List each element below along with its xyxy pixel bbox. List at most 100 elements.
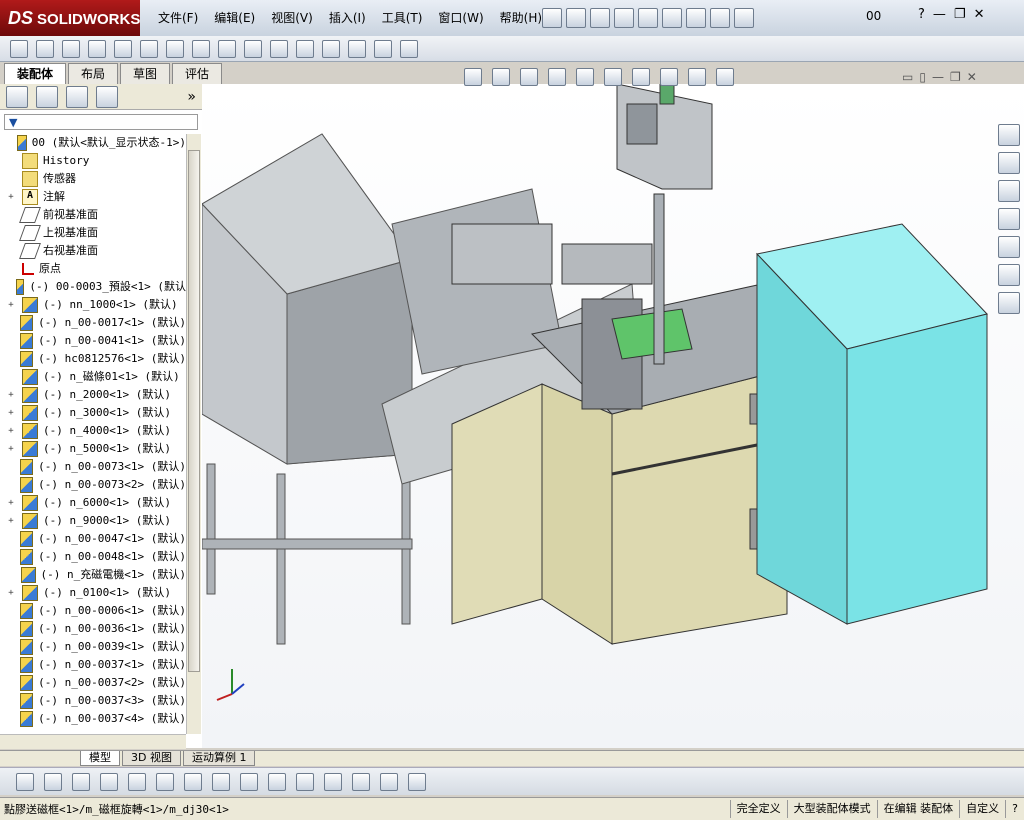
tree-horizontal-scrollbar[interactable] [0, 734, 186, 749]
exploded-view-icon[interactable] [296, 39, 314, 58]
tree-item[interactable]: + (-) n_4000<1> (默认) [0, 422, 186, 440]
tab-evaluate[interactable]: 评估 [172, 63, 223, 84]
file-properties-icon[interactable] [710, 8, 730, 28]
tree-item[interactable]: + (-) n_5000<1> (默认) [0, 440, 186, 458]
tree-item[interactable]: 传感器 [0, 170, 186, 188]
tree-item[interactable]: + (-) n_2000<1> (默认) [0, 386, 186, 404]
tree-item[interactable]: History [0, 152, 186, 170]
tree-expand-toggle[interactable]: + [6, 386, 16, 404]
status-help-icon[interactable]: ? [1005, 800, 1024, 818]
shaded-view-icon[interactable] [380, 772, 398, 791]
tab-sketch[interactable]: 草图 [120, 63, 171, 84]
configuration-manager-icon[interactable] [66, 85, 88, 108]
menu-view[interactable]: 视图(V) [263, 0, 321, 36]
assembly-model-view[interactable] [201, 73, 1024, 748]
tree-expand-toggle[interactable]: + [6, 404, 16, 422]
tree-item[interactable]: (-) n_00-0006<1> (默认) [0, 602, 186, 620]
mate-icon[interactable] [62, 39, 80, 58]
split-vertical-icon[interactable]: ▯ [919, 70, 926, 84]
viewport-restore-icon[interactable]: ❐ [950, 70, 961, 84]
zoom-to-area-icon[interactable] [492, 68, 510, 86]
tree-filter[interactable]: ▼ [4, 114, 198, 130]
point-icon[interactable] [44, 772, 62, 791]
apply-scene-icon[interactable] [688, 68, 706, 86]
fillet-icon[interactable] [212, 772, 230, 791]
menu-edit[interactable]: 编辑(E) [206, 0, 263, 36]
tree-item[interactable]: (-) n_00-0037<3> (默认) [0, 692, 186, 710]
tree-expand-toggle[interactable]: + [6, 440, 16, 458]
minimize-button[interactable]: — [933, 7, 946, 22]
tree-item[interactable]: (-) n_00-0037<4> (默认) [0, 710, 186, 728]
display-manager-icon[interactable] [96, 85, 118, 108]
menu-insert[interactable]: 插入(I) [321, 0, 374, 36]
view-orientation-icon[interactable] [576, 68, 594, 86]
edit-component-icon[interactable] [10, 39, 28, 58]
custom-properties-icon[interactable] [998, 264, 1020, 286]
tree-item[interactable]: (-) n_00-0017<1> (默认) [0, 314, 186, 332]
linear-pattern-icon[interactable] [88, 39, 106, 58]
tree-item[interactable]: + (-) n_9000<1> (默认) [0, 512, 186, 530]
panel-expand-icon[interactable]: » [187, 89, 196, 105]
tree-item[interactable]: 右视基准面 [0, 242, 186, 260]
tree-item[interactable]: (-) n_00-0036<1> (默认) [0, 620, 186, 638]
tab-assembly[interactable]: 装配体 [4, 63, 67, 84]
menu-file[interactable]: 文件(F) [150, 0, 206, 36]
hide-show-items-icon[interactable] [632, 68, 650, 86]
feature-manager-icon[interactable] [6, 85, 28, 108]
tree-item[interactable]: (-) n_充磁電機<1> (默认) [0, 566, 186, 584]
grid-icon[interactable] [324, 772, 342, 791]
tab-layout[interactable]: 布局 [68, 63, 119, 84]
menu-window[interactable]: 窗口(W) [430, 0, 491, 36]
save-icon[interactable] [590, 8, 610, 28]
table-icon[interactable] [408, 772, 426, 791]
tree-item[interactable]: (-) n_00-0073<1> (默认) [0, 458, 186, 476]
help-icon[interactable]: ? [918, 7, 925, 22]
undo-icon[interactable] [638, 8, 658, 28]
tree-expand-toggle[interactable]: + [6, 584, 16, 602]
corner-rectangle-icon[interactable] [268, 772, 286, 791]
circle-icon[interactable] [72, 772, 90, 791]
offset-icon[interactable] [240, 772, 258, 791]
restore-button[interactable]: ❐ [954, 7, 966, 22]
reference-geometry-icon[interactable] [218, 39, 236, 58]
rebuild-traffic-light-icon[interactable] [686, 8, 706, 28]
file-explorer-icon[interactable] [998, 180, 1020, 202]
forum-icon[interactable] [998, 292, 1020, 314]
tree-item[interactable]: (-) n_磁條01<1> (默认) [0, 368, 186, 386]
options-icon[interactable] [734, 8, 754, 28]
tree-item[interactable]: (-) n_00-0039<1> (默认) [0, 638, 186, 656]
tree-item[interactable]: 原点 [0, 260, 186, 278]
previous-view-icon[interactable] [520, 68, 538, 86]
clearance-verification-icon[interactable] [374, 39, 392, 58]
move-component-icon[interactable] [140, 39, 158, 58]
open-folder-icon[interactable] [566, 8, 586, 28]
tree-expand-toggle[interactable]: + [6, 422, 16, 440]
view-palette-icon[interactable] [998, 208, 1020, 230]
graphics-area[interactable] [201, 73, 1024, 748]
explode-line-sketch-icon[interactable] [322, 39, 340, 58]
tree-expand-toggle[interactable]: + [6, 494, 16, 512]
viewport-close-icon[interactable]: ✕ [967, 70, 977, 84]
isometric-view-icon[interactable] [352, 772, 370, 791]
tree-item[interactable]: (-) n_00-0037<2> (默认) [0, 674, 186, 692]
tree-item[interactable]: (-) n_00-0037<1> (默认) [0, 656, 186, 674]
view-settings-icon[interactable] [716, 68, 734, 86]
tab-model[interactable]: 模型 [80, 751, 120, 766]
tree-item[interactable]: (-) n_00-0047<1> (默认) [0, 530, 186, 548]
property-manager-icon[interactable] [36, 85, 58, 108]
tree-item[interactable]: 00 (默认<默认_显示状态-1>) [0, 134, 186, 152]
solidworks-logo[interactable]: DS SOLIDWORKS [0, 0, 140, 36]
tree-item[interactable]: (-) 00-0003_預設<1> (默认 [0, 278, 186, 296]
tree-item[interactable]: (-) n_00-0048<1> (默认) [0, 548, 186, 566]
assembly-features-icon[interactable] [192, 39, 210, 58]
tree-item[interactable]: (-) n_00-0041<1> (默认) [0, 332, 186, 350]
tab-3d-views[interactable]: 3D 视图 [122, 751, 181, 766]
home-icon[interactable] [998, 124, 1020, 146]
tree-expand-toggle[interactable]: + [6, 188, 16, 206]
tree-item[interactable]: + (-) n_0100<1> (默认) [0, 584, 186, 602]
tree-scroll-thumb[interactable] [188, 150, 200, 672]
save-icon[interactable] [16, 772, 34, 791]
viewport-minimize-icon[interactable]: — [932, 70, 944, 84]
appearances-icon[interactable] [998, 236, 1020, 258]
line-icon[interactable] [100, 772, 118, 791]
